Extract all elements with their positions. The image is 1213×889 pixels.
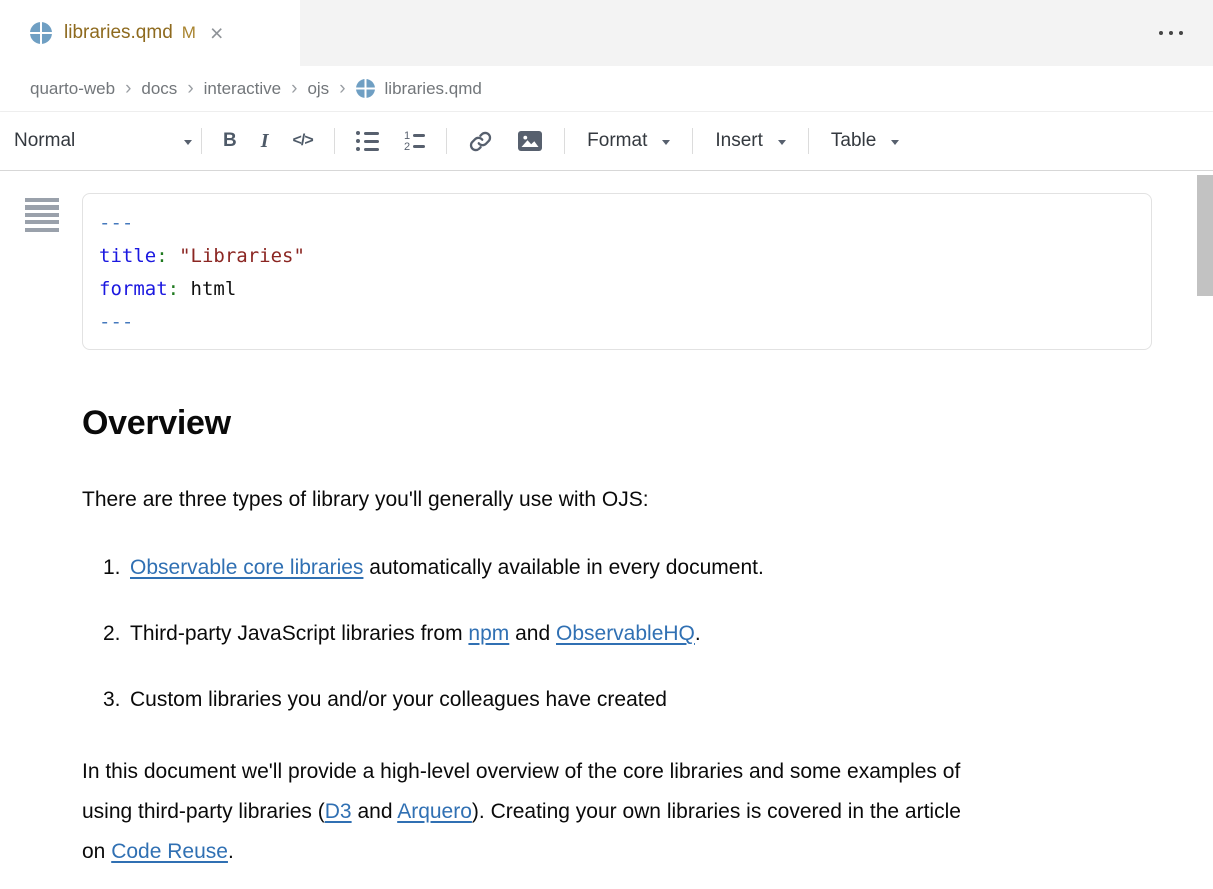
visual-editor-window: libraries.qmd M × quarto-web › docs › in… (0, 0, 1213, 889)
code-token-key: title (99, 245, 156, 267)
breadcrumb-item-quarto-web[interactable]: quarto-web (30, 79, 115, 99)
menu-table-label: Table (831, 130, 876, 152)
inline-code-button[interactable]: </> (281, 123, 325, 159)
menu-insert-label: Insert (715, 130, 763, 152)
yaml-metadata-block[interactable]: --- title: "Libraries" format: html --- (82, 193, 1152, 350)
list-text: Observable core libraries automatically … (130, 554, 764, 581)
breadcrumb-item-libraries-qmd[interactable]: libraries.qmd (356, 79, 482, 99)
link-d3[interactable]: D3 (325, 800, 352, 823)
breadcrumb-item-interactive[interactable]: interactive (204, 79, 281, 99)
list-number: 2. (103, 620, 130, 647)
tab-title: libraries.qmd (64, 22, 173, 44)
toolbar-separator (334, 128, 335, 154)
list-item: 2. Third-party JavaScript libraries from… (103, 620, 1152, 647)
link-button[interactable] (456, 123, 505, 159)
menu-format[interactable]: Format (574, 130, 683, 152)
ordered-list: 1. Observable core libraries automatical… (103, 554, 1152, 713)
code-token-colon: : (168, 278, 179, 300)
toolbar-separator (446, 128, 447, 154)
code-line: --- (99, 207, 1135, 240)
paragraph-style-select[interactable]: Normal (14, 130, 192, 152)
tab-libraries-qmd[interactable]: libraries.qmd M × (0, 0, 300, 66)
numbered-list-icon: 1 2 (403, 131, 425, 152)
link-icon (468, 129, 493, 154)
quarto-icon (356, 79, 375, 98)
scrollbar-thumb[interactable] (1197, 175, 1213, 296)
link-observablehq[interactable]: ObservableHQ (556, 622, 695, 645)
list-item: 1. Observable core libraries automatical… (103, 554, 1152, 581)
editor-canvas[interactable]: --- title: "Libraries" format: html --- … (0, 171, 1213, 889)
link-code-reuse[interactable]: Code Reuse (111, 840, 228, 863)
menu-format-label: Format (587, 130, 647, 152)
tab-bar: libraries.qmd M × (0, 0, 1213, 66)
code-token-delim: --- (99, 311, 133, 333)
bulleted-list-icon (356, 131, 380, 152)
image-icon (517, 130, 543, 152)
breadcrumb-item-ojs[interactable]: ojs (307, 79, 329, 99)
code-line: title: "Libraries" (99, 240, 1135, 273)
bold-button[interactable]: B (211, 123, 249, 159)
toolbar-separator (201, 128, 202, 154)
breadcrumb-separator: › (187, 79, 193, 98)
code-token-plain: html (179, 278, 236, 300)
breadcrumb-separator: › (291, 79, 297, 98)
code-token-key: format (99, 278, 168, 300)
code-token-colon: : (156, 245, 167, 267)
intro-paragraph: There are three types of library you'll … (82, 486, 1152, 513)
quarto-icon (30, 22, 52, 44)
chevron-down-icon (891, 140, 899, 145)
chevron-down-icon (662, 140, 670, 145)
code-line: --- (99, 306, 1135, 339)
text-run: Custom libraries you and/or your colleag… (130, 688, 667, 711)
link-observable-core-libraries[interactable]: Observable core libraries (130, 556, 363, 579)
list-item: 3. Custom libraries you and/or your coll… (103, 686, 1152, 713)
paragraph-style-value: Normal (14, 130, 75, 152)
code-line: format: html (99, 273, 1135, 306)
menu-table[interactable]: Table (818, 130, 912, 152)
list-number: 1. (103, 554, 130, 581)
drag-handle-icon[interactable] (22, 195, 62, 235)
breadcrumb: quarto-web › docs › interactive › ojs › … (0, 66, 1213, 112)
list-number: 3. (103, 686, 130, 713)
code-token-plain (168, 245, 179, 267)
link-arquero[interactable]: Arquero (397, 800, 472, 823)
toolbar-separator (564, 128, 565, 154)
modified-badge: M (182, 23, 196, 43)
toolbar-separator (808, 128, 809, 154)
numbered-list-digit: 2 (403, 142, 410, 152)
chevron-down-icon (778, 140, 786, 145)
numbered-list-button[interactable]: 1 2 (391, 123, 437, 159)
document-body[interactable]: --- title: "Libraries" format: html --- … (0, 193, 1213, 872)
list-text: Third-party JavaScript libraries from np… (130, 620, 701, 647)
list-text: Custom libraries you and/or your colleag… (130, 686, 667, 713)
text-run: and (509, 622, 556, 645)
image-button[interactable] (505, 123, 555, 159)
close-icon[interactable]: × (210, 23, 223, 43)
breadcrumb-separator: › (125, 79, 131, 98)
text-run: . (695, 622, 701, 645)
italic-button[interactable]: I (249, 123, 281, 159)
link-npm[interactable]: npm (468, 622, 509, 645)
closing-paragraph: In this document we'll provide a high-le… (82, 752, 962, 872)
tab-bar-fill (300, 0, 1213, 66)
formatting-toolbar: Normal B I </> 1 2 (0, 112, 1213, 171)
numbered-list-digit: 1 (403, 131, 410, 141)
toolbar-separator (692, 128, 693, 154)
menu-insert[interactable]: Insert (702, 130, 799, 152)
text-run: . (228, 840, 234, 863)
bulleted-list-button[interactable] (344, 123, 392, 159)
breadcrumb-item-docs[interactable]: docs (141, 79, 177, 99)
breadcrumb-separator: › (339, 79, 345, 98)
breadcrumb-file-label: libraries.qmd (385, 79, 482, 99)
text-run: and (352, 800, 398, 823)
text-run: automatically available in every documen… (363, 556, 763, 579)
text-run: Third-party JavaScript libraries from (130, 622, 468, 645)
code-token-string: "Libraries" (179, 245, 305, 267)
ellipsis-icon[interactable] (1157, 25, 1185, 41)
heading-overview: Overview (82, 401, 1152, 445)
code-token-delim: --- (99, 212, 133, 234)
chevron-down-icon (184, 140, 192, 145)
